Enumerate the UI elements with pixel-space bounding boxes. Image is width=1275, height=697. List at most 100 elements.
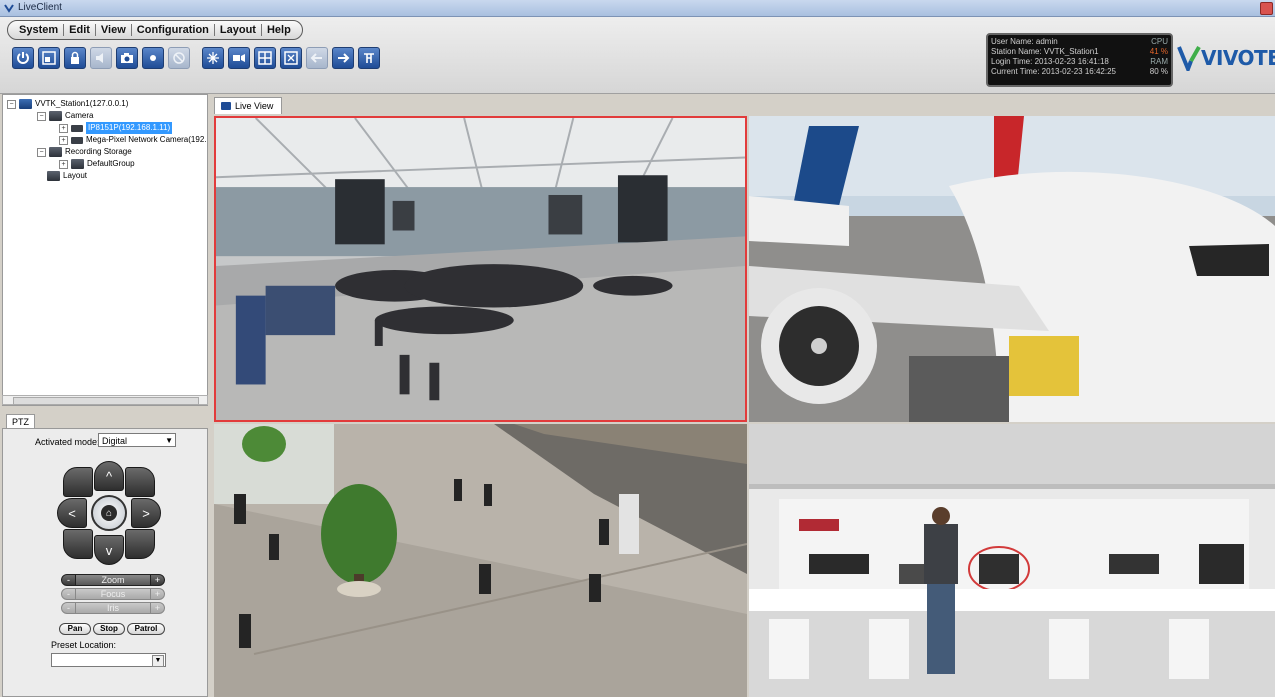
folder-icon xyxy=(49,111,62,121)
iris-open-button[interactable]: + xyxy=(150,602,165,614)
storage-group-icon xyxy=(71,159,84,169)
tree-node-camera-folder[interactable]: − Camera xyxy=(37,110,93,122)
feed-2-airplane-image xyxy=(749,116,1275,422)
tree-node-default-group[interactable]: + DefaultGroup xyxy=(59,158,135,170)
tree-horizontal-scrollbar[interactable] xyxy=(2,395,208,405)
ptz-joystick: ^ v < > ⌂ xyxy=(57,461,161,565)
focus-far-button[interactable]: + xyxy=(150,588,165,600)
zoom-control: - Zoom + xyxy=(61,574,165,586)
tree-node-recording-storage[interactable]: − Recording Storage xyxy=(37,146,132,158)
pan-button[interactable]: Pan xyxy=(59,623,91,635)
feed-3-plaza-image xyxy=(214,424,747,697)
iris-close-button[interactable]: - xyxy=(61,602,76,614)
menu-bar: System Edit View Configuration Layout He… xyxy=(7,20,303,40)
sequence-button[interactable] xyxy=(228,47,250,69)
video-feed-3[interactable] xyxy=(214,424,747,697)
ptz-up-left-button[interactable] xyxy=(63,467,93,497)
tree-node-layout[interactable]: Layout xyxy=(47,170,87,182)
tree-label-station: VVTK_Station1(127.0.0.1) xyxy=(35,99,129,108)
device-tree: − VVTK_Station1(127.0.0.1) − Camera + IP… xyxy=(2,94,208,406)
feed-4-store-image xyxy=(749,424,1275,697)
snapshot-button[interactable] xyxy=(116,47,138,69)
power-button[interactable] xyxy=(12,47,34,69)
collapse-icon[interactable]: − xyxy=(37,147,46,157)
grid-button[interactable] xyxy=(254,47,276,69)
ptz-home-button[interactable]: ⌂ xyxy=(91,495,127,531)
menu-layout[interactable]: Layout xyxy=(215,24,261,36)
snapshot-icon xyxy=(121,53,133,63)
audio-button[interactable] xyxy=(90,47,112,69)
ptz-down-right-button[interactable] xyxy=(125,529,155,559)
video-feed-1[interactable] xyxy=(214,116,747,422)
tree-node-camera-2[interactable]: + Mega-Pixel Network Camera(192.1 xyxy=(59,134,208,146)
ptz-left-button[interactable]: < xyxy=(57,498,87,528)
lock-icon xyxy=(71,51,79,64)
preset-location-label: Preset Location: xyxy=(51,640,117,650)
camera-icon xyxy=(71,124,83,132)
zoom-out-button[interactable]: - xyxy=(61,574,76,586)
collapse-icon[interactable]: − xyxy=(7,99,16,109)
tree-label-layout: Layout xyxy=(63,171,88,180)
record-button[interactable] xyxy=(142,47,164,69)
tab-ptz[interactable]: PTZ xyxy=(6,414,35,429)
tree-node-station[interactable]: − VVTK_Station1(127.0.0.1) xyxy=(7,98,128,110)
fullscreen-button[interactable] xyxy=(280,47,302,69)
app-icon xyxy=(4,4,14,13)
preset-location-select[interactable]: ▼ xyxy=(51,653,166,667)
iris-control: - Iris + xyxy=(61,602,165,614)
tree-icon xyxy=(364,53,374,63)
arrow-right-icon: > xyxy=(142,505,150,521)
vivotek-mark-icon xyxy=(1177,46,1201,71)
expand-icon[interactable]: + xyxy=(59,159,68,169)
tile-button[interactable] xyxy=(202,47,224,69)
video-feed-4[interactable] xyxy=(749,424,1275,697)
patrol-button[interactable]: Patrol xyxy=(127,623,165,635)
menu-configuration[interactable]: Configuration xyxy=(132,24,214,36)
scrollbar-thumb[interactable] xyxy=(13,397,199,405)
status-row: User Name: admin CPU xyxy=(991,37,1168,47)
expand-icon[interactable]: + xyxy=(59,123,68,133)
stop-record-button[interactable] xyxy=(168,47,190,69)
toolbar-gap xyxy=(194,47,198,71)
video-feed-2[interactable] xyxy=(749,116,1275,422)
tree-label-camera-2: Mega-Pixel Network Camera(192.1 xyxy=(86,135,208,144)
expand-icon[interactable]: + xyxy=(59,135,68,145)
tree-view-button[interactable] xyxy=(358,47,380,69)
arrow-down-icon: v xyxy=(105,542,113,558)
camera-icon xyxy=(221,102,231,110)
ptz-up-button[interactable]: ^ xyxy=(94,461,124,491)
sequence-icon xyxy=(233,54,245,62)
back-button[interactable] xyxy=(306,47,328,69)
folder-icon xyxy=(47,171,60,181)
menu-help[interactable]: Help xyxy=(262,24,296,36)
forward-button[interactable] xyxy=(332,47,354,69)
status-cpu-label: CPU xyxy=(1151,37,1168,46)
focus-near-button[interactable]: - xyxy=(61,588,76,600)
ptz-down-left-button[interactable] xyxy=(63,529,93,559)
tree-node-camera-1[interactable]: + IP8151P(192.168.1.11) xyxy=(59,122,173,134)
tree-label-camera: Camera xyxy=(65,111,94,120)
stop-button[interactable]: Stop xyxy=(93,623,125,635)
collapse-icon[interactable]: − xyxy=(37,111,46,121)
ptz-up-right-button[interactable] xyxy=(125,467,155,497)
menu-edit[interactable]: Edit xyxy=(64,24,95,36)
forward-arrow-icon xyxy=(338,53,350,63)
feed-1-terminal-image xyxy=(216,118,745,420)
ptz-panel: Activated mode: Digital ▼ ^ v < > ⌂ - Zo… xyxy=(2,428,208,697)
window-title-bar: LiveClient xyxy=(0,0,1275,17)
close-window-button[interactable] xyxy=(1260,2,1273,15)
tree-label-camera-1: IP8151P(192.168.1.11) xyxy=(86,122,173,134)
menu-view[interactable]: View xyxy=(96,24,131,36)
status-login-time: Login Time: 2013-02-23 16:41:18 xyxy=(991,57,1109,66)
ptz-right-button[interactable]: > xyxy=(131,498,161,528)
activated-mode-value: Digital xyxy=(102,436,128,446)
menu-system[interactable]: System xyxy=(14,24,63,36)
lock-button[interactable] xyxy=(64,47,86,69)
status-row: Station Name: VVTK_Station1 41 % xyxy=(991,47,1168,57)
layout-icon xyxy=(42,51,56,65)
tab-live-view[interactable]: Live View xyxy=(214,97,283,114)
layout-button[interactable] xyxy=(38,47,60,69)
zoom-in-button[interactable]: + xyxy=(150,574,165,586)
activated-mode-select[interactable]: Digital ▼ xyxy=(98,433,176,447)
ptz-down-button[interactable]: v xyxy=(94,535,124,565)
